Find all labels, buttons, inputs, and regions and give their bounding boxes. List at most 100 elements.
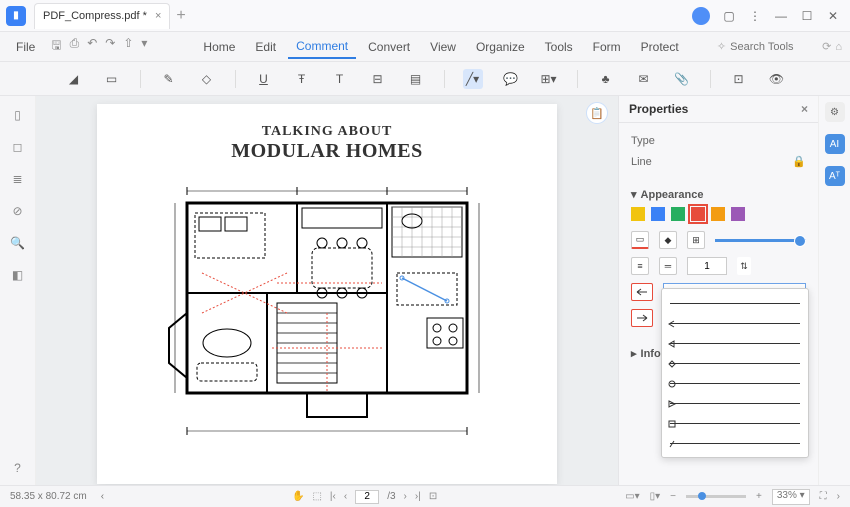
measure-tool-icon[interactable]: ⊞▾ [539,69,559,89]
maximize-icon[interactable]: ☐ [800,9,814,23]
canvas-area[interactable]: 📋 TALKING ABOUT MODULAR HOMES [36,96,618,485]
close-window-icon[interactable]: ✕ [826,9,840,23]
stamp-tool-icon[interactable]: ♣ [596,69,616,89]
line-thickness-button[interactable]: ═ [659,257,677,275]
arrow-style-none[interactable] [662,293,808,313]
appearance-header[interactable]: ▾ Appearance [631,188,806,201]
search-tools-input[interactable] [730,41,810,53]
window-more-icon[interactable]: ⋮ [748,9,762,23]
save-icon[interactable]: 🖫 [51,36,61,57]
undo-icon[interactable]: ↶ [87,36,97,57]
menu-form[interactable]: Form [585,36,629,58]
signature-tool-icon[interactable]: ✉ [634,69,654,89]
swatch-orange[interactable] [711,207,725,221]
swatch-red[interactable] [691,207,705,221]
new-tab-button[interactable]: + [176,7,185,25]
last-page-icon[interactable]: ›| [415,491,421,502]
layers-icon[interactable]: ≣ [12,172,22,186]
hand-tool-icon[interactable]: ✋ [292,491,304,502]
start-arrow-button[interactable] [631,283,653,301]
zoom-out-icon[interactable]: − [670,491,676,502]
share-icon[interactable]: ⇧ [123,36,133,57]
line-tool-icon[interactable]: ╱▾ [463,69,483,89]
close-properties-icon[interactable]: × [801,102,808,116]
prev-page-icon[interactable]: ‹ [344,491,347,502]
underline-tool-icon[interactable]: U [254,69,274,89]
line-style-button[interactable]: ≡ [631,257,649,275]
ai-rail-icon[interactable]: AI [825,134,845,154]
strikethrough-tool-icon[interactable]: Ŧ [292,69,312,89]
swatch-purple[interactable] [731,207,745,221]
arrow-style-square[interactable] [662,413,808,433]
comment-balloon-icon[interactable]: 💬 [501,69,521,89]
hide-comments-icon[interactable]: 👁 [767,69,787,89]
attachment-tool-icon[interactable]: 📎 [672,69,692,89]
home-icon[interactable]: ⌂ [835,41,842,53]
ai-translate-icon[interactable]: Aᵀ [825,166,845,186]
arrow-style-triangle[interactable] [662,393,808,413]
first-page-icon[interactable]: |‹ [330,491,336,502]
minimize-icon[interactable]: — [774,9,788,23]
textbox-tool-icon[interactable]: T [330,69,350,89]
callout-tool-icon[interactable]: ⊟ [368,69,388,89]
fill-color-button[interactable]: ◆ [659,231,677,249]
thickness-input[interactable] [687,257,727,275]
opacity-toggle-button[interactable]: ⊞ [687,231,705,249]
bookmarks-icon[interactable]: ◻ [13,140,23,154]
help-icon[interactable]: ? [14,461,21,475]
menu-tools[interactable]: Tools [537,36,581,58]
user-avatar[interactable] [692,7,710,25]
lock-icon[interactable]: 🔒 [792,155,806,168]
select-tool-icon[interactable]: ⬚ [312,491,321,502]
arrow-style-closed[interactable] [662,333,808,353]
menu-home[interactable]: Home [195,36,243,58]
clipboard-badge-icon[interactable]: 📋 [586,102,608,124]
search-tools[interactable]: ✧ ⟳ ⌂ [717,40,842,53]
comments-panel-icon[interactable]: ⊡ [729,69,749,89]
menu-view[interactable]: View [422,36,464,58]
highlight-tool-icon[interactable]: ◢ [64,69,84,89]
menu-edit[interactable]: Edit [247,36,284,58]
reflow-icon[interactable]: ⊡ [429,491,437,502]
chevron-left-icon[interactable]: ‹ [101,491,104,502]
zoom-value-select[interactable]: 33% ▾ [772,489,810,505]
fullscreen-icon[interactable]: ⛶ [820,491,827,502]
dropdown-qat-icon[interactable]: ▾ [141,36,147,57]
thickness-stepper[interactable]: ⇅ [737,257,751,275]
fields-icon[interactable]: ◧ [12,268,23,282]
attachments-sidebar-icon[interactable]: ⊘ [12,204,22,218]
arrow-style-diamond[interactable] [662,353,808,373]
page-layout-icon[interactable]: ▯▾ [650,491,661,502]
fit-width-icon[interactable]: ▭▾ [625,491,639,502]
end-arrow-button[interactable] [631,309,653,327]
menu-protect[interactable]: Protect [633,36,687,58]
document-tab[interactable]: PDF_Compress.pdf * × [34,3,170,29]
swatch-green[interactable] [671,207,685,221]
area-highlight-icon[interactable]: ▭ [102,69,122,89]
zoom-in-icon[interactable]: + [756,491,762,502]
pencil-tool-icon[interactable]: ✎ [159,69,179,89]
menu-convert[interactable]: Convert [360,36,418,58]
settings-rail-icon[interactable]: ⚙ [825,102,845,122]
close-tab-icon[interactable]: × [155,10,161,22]
eraser-tool-icon[interactable]: ◇ [197,69,217,89]
zoom-slider[interactable] [686,495,746,498]
file-menu[interactable]: File [8,36,43,58]
chevron-right-status-icon[interactable]: › [837,491,840,502]
swatch-blue[interactable] [651,207,665,221]
opacity-slider[interactable] [715,239,806,242]
arrow-style-slash[interactable] [662,433,808,453]
arrow-style-circle[interactable] [662,373,808,393]
stroke-color-button[interactable]: ▭ [631,231,649,249]
arrow-style-open[interactable] [662,313,808,333]
print-icon[interactable]: ⎙ [70,36,80,57]
note-tool-icon[interactable]: ▤ [406,69,426,89]
next-page-icon[interactable]: › [404,491,407,502]
swatch-yellow[interactable] [631,207,645,221]
window-panel-icon[interactable]: ▢ [722,9,736,23]
redo-icon[interactable]: ↷ [105,36,115,57]
sync-icon[interactable]: ⟳ [822,40,831,53]
page-number-input[interactable] [355,490,379,504]
thumbnails-icon[interactable]: ▯ [14,108,21,122]
menu-organize[interactable]: Organize [468,36,533,58]
